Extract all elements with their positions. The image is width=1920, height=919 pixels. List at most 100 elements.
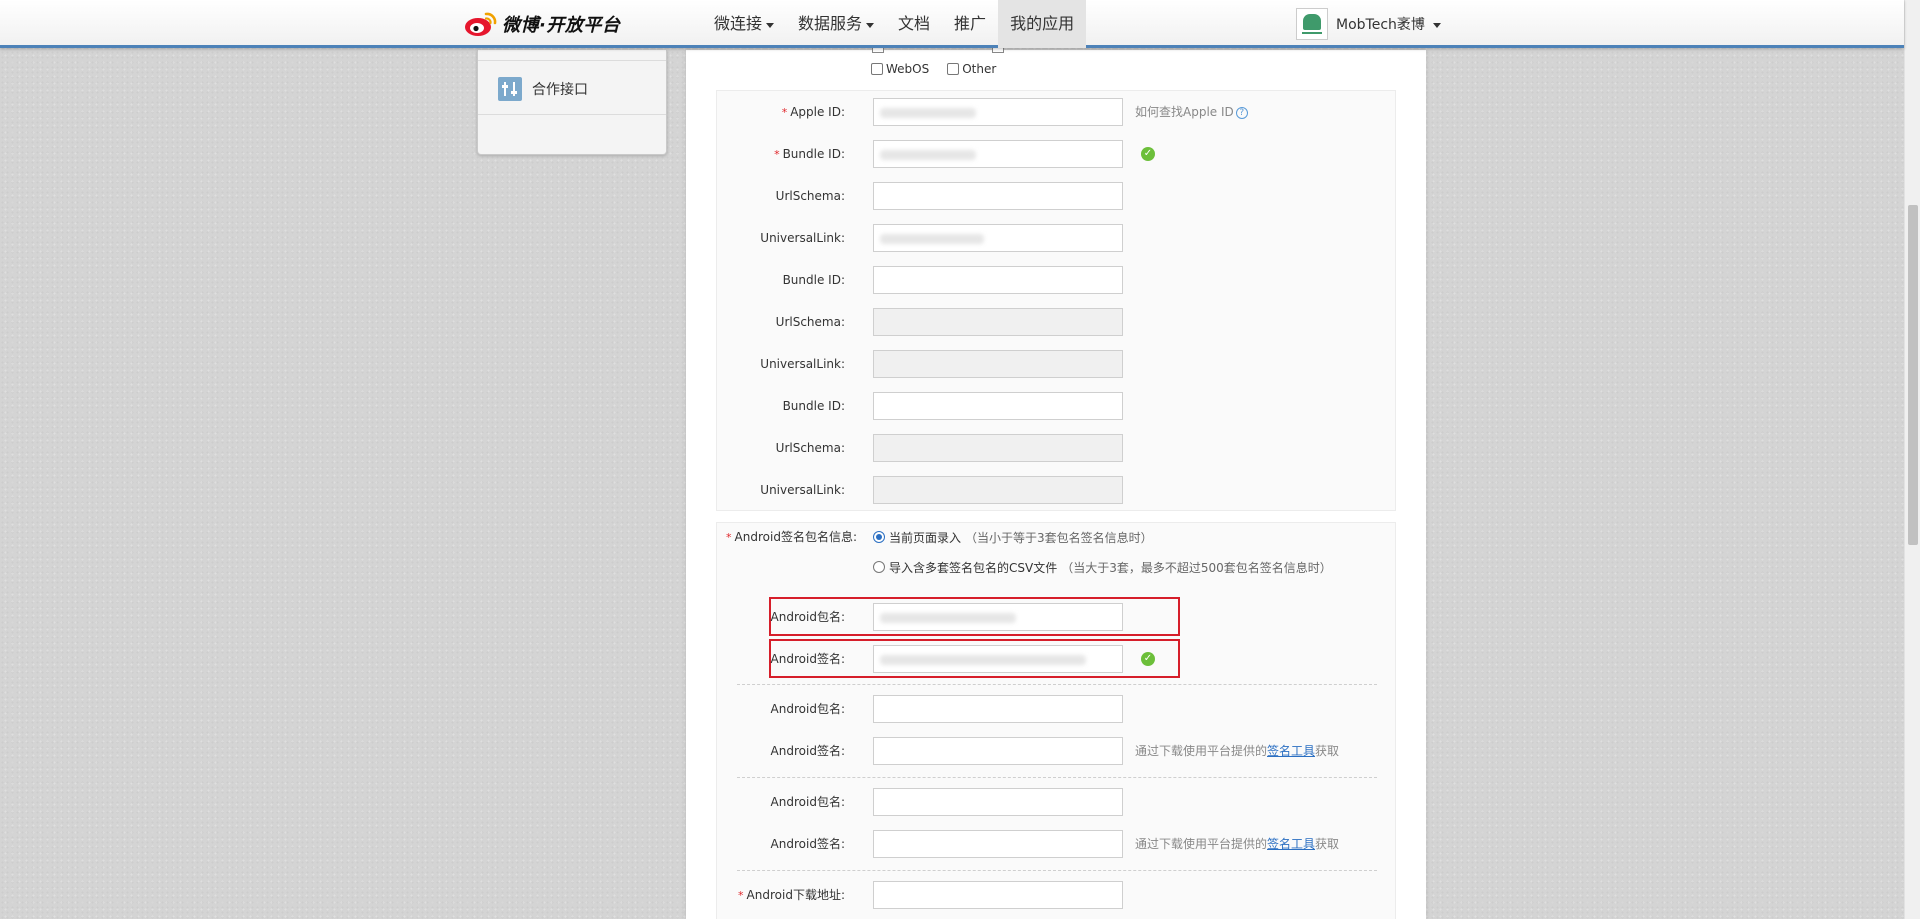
nav-label: 数据服务 (798, 14, 863, 33)
bundle-id-input-2[interactable] (873, 266, 1123, 294)
urlschema-input-1[interactable] (873, 182, 1123, 210)
android-signature-input-1[interactable] (873, 645, 1123, 673)
nav-item-promotion[interactable]: 推广 (942, 0, 998, 48)
checkbox-label: Other (962, 62, 997, 76)
android-signature-input-2[interactable] (873, 737, 1123, 765)
caret-down-icon (1432, 22, 1441, 28)
universal-link-label: UniversalLink: (760, 357, 845, 371)
android-signature-row-2: Android签名: 通过下载使用平台提供的签名工具获取 (717, 737, 1395, 765)
divider (737, 777, 1377, 778)
android-signature-row-3: Android签名: 通过下载使用平台提供的签名工具获取 (717, 830, 1395, 858)
universal-link-label: UniversalLink: (760, 483, 845, 497)
android-package-label: Android包名: (770, 702, 845, 716)
bundle-id-label: Bundle ID: (782, 273, 845, 287)
nav-label: 微连接 (714, 14, 763, 33)
nav-item-my-apps[interactable]: 我的应用 (998, 0, 1087, 48)
android-download-label: * Android下载地址: (738, 888, 845, 902)
radio-button[interactable] (873, 561, 885, 573)
android-package-label: Android包名: (770, 795, 845, 809)
bundle-id-label: * Bundle ID: (774, 147, 845, 161)
radio-label: 当前页面录入 (889, 530, 962, 545)
android-signature-label: Android签名: (770, 837, 845, 851)
urlschema-label: UrlSchema: (775, 189, 845, 203)
divider (737, 684, 1377, 685)
sidebar-item-cooperation-api[interactable]: 合作接口 (498, 77, 588, 101)
apple-id-hint[interactable]: 如何查找Apple ID? (1135, 98, 1248, 126)
scrollbar-thumb[interactable] (1908, 205, 1918, 545)
radio-current-page[interactable]: 当前页面录入 （当小于等于3套包名签名信息时） (873, 528, 1153, 546)
bundle-id-label: Bundle ID: (782, 399, 845, 413)
urlschema-row-2: UrlSchema: (717, 308, 1395, 336)
urlschema-input-2[interactable] (873, 308, 1123, 336)
weibo-icon (465, 12, 497, 36)
divider (478, 114, 666, 115)
nav-label: 文档 (898, 14, 931, 33)
android-download-input[interactable] (873, 881, 1123, 909)
sidebar: 合作接口 (477, 50, 667, 155)
bundle-id-row-2: Bundle ID: (717, 266, 1395, 294)
weibo-logo[interactable]: 微博·开放平台 (464, 8, 620, 40)
bundle-id-input-1[interactable] (873, 140, 1123, 168)
caret-down-icon (866, 22, 875, 28)
android-package-input-1[interactable] (873, 603, 1123, 631)
urlschema-input-3[interactable] (873, 434, 1123, 462)
urlschema-label: UrlSchema: (775, 441, 845, 455)
universal-link-row-1: UniversalLink: (717, 224, 1395, 252)
caret-down-icon (766, 22, 775, 28)
radio-sublabel: （当大于3套，最多不超过500套包名签名信息时） (1061, 560, 1332, 575)
signature-tool-hint: 通过下载使用平台提供的签名工具获取 (1135, 837, 1340, 851)
apple-id-row: * Apple ID: 如何查找Apple ID? (717, 98, 1395, 126)
check-icon: ✓ (1141, 147, 1155, 161)
checkbox[interactable] (947, 63, 960, 75)
urlschema-row-1: UrlSchema: (717, 182, 1395, 210)
nav-item-micro-connect[interactable]: 微连接 (702, 0, 786, 48)
divider (478, 60, 666, 61)
avatar (1296, 8, 1328, 40)
bundle-id-row-3: Bundle ID: (717, 392, 1395, 420)
checkbox-label: WebOS (886, 62, 930, 76)
radio-button-selected[interactable] (873, 531, 885, 543)
android-section: * Android签名包名信息: 当前页面录入 （当小于等于3套包名签名信息时） … (716, 522, 1396, 919)
android-package-row-1: Android包名: (717, 603, 1395, 631)
universal-link-input-1[interactable] (873, 224, 1123, 252)
android-signature-row-1: Android签名: ✓ (717, 645, 1395, 673)
signature-tool-link[interactable]: 签名工具 (1267, 837, 1315, 851)
logo-text: 微博·开放平台 (502, 15, 621, 36)
apple-id-label: * Apple ID: (781, 105, 845, 119)
android-signature-input-3[interactable] (873, 830, 1123, 858)
top-navbar: 微博·开放平台 微连接 数据服务 文档 推广 我的应用 MobTech袤博 (0, 0, 1904, 48)
android-package-input-3[interactable] (873, 788, 1123, 816)
signature-tool-hint: 通过下载使用平台提供的签名工具获取 (1135, 744, 1340, 758)
urlschema-label: UrlSchema: (775, 315, 845, 329)
android-package-label: Android包名: (770, 610, 845, 624)
sidebar-item-label: 合作接口 (532, 82, 588, 98)
main-nav: 微连接 数据服务 文档 推广 我的应用 (702, 0, 1087, 48)
checkbox[interactable] (871, 63, 883, 75)
nav-item-docs[interactable]: 文档 (886, 0, 942, 48)
bundle-id-input-3[interactable] (873, 392, 1123, 420)
app-edit-form: WebOS Other * Apple ID: 如何查找Apple ID? * Bu… (686, 47, 1426, 919)
android-signature-label: Android签名: (770, 744, 845, 758)
bundle-id-row-1: * Bundle ID: ✓ (717, 140, 1395, 168)
universal-link-row-3: UniversalLink: (717, 476, 1395, 504)
android-package-input-2[interactable] (873, 695, 1123, 723)
checkbox-webos[interactable]: WebOS (871, 62, 929, 76)
signature-tool-link[interactable]: 签名工具 (1267, 744, 1315, 758)
check-icon: ✓ (1141, 652, 1155, 666)
radio-import-csv[interactable]: 导入含多套签名包名的CSV文件 （当大于3套，最多不超过500套包名签名信息时） (873, 558, 1332, 576)
urlschema-row-3: UrlSchema: (717, 434, 1395, 462)
nav-item-data-service[interactable]: 数据服务 (786, 0, 886, 48)
apple-id-input[interactable] (873, 98, 1123, 126)
page-scrollbar[interactable] (1904, 0, 1920, 919)
user-menu[interactable]: MobTech袤博 (1296, 8, 1441, 40)
universal-link-label: UniversalLink: (760, 231, 845, 245)
android-sign-info-label: * Android签名包名信息: (726, 530, 857, 544)
universal-link-input-3[interactable] (873, 476, 1123, 504)
checkbox-other[interactable]: Other (947, 62, 996, 76)
nav-label: 推广 (954, 14, 987, 33)
universal-link-input-2[interactable] (873, 350, 1123, 378)
android-download-row: * Android下载地址: (717, 881, 1395, 909)
android-signature-label: Android签名: (770, 652, 845, 666)
radio-label: 导入含多套签名包名的CSV文件 (889, 560, 1058, 575)
divider (737, 870, 1377, 871)
